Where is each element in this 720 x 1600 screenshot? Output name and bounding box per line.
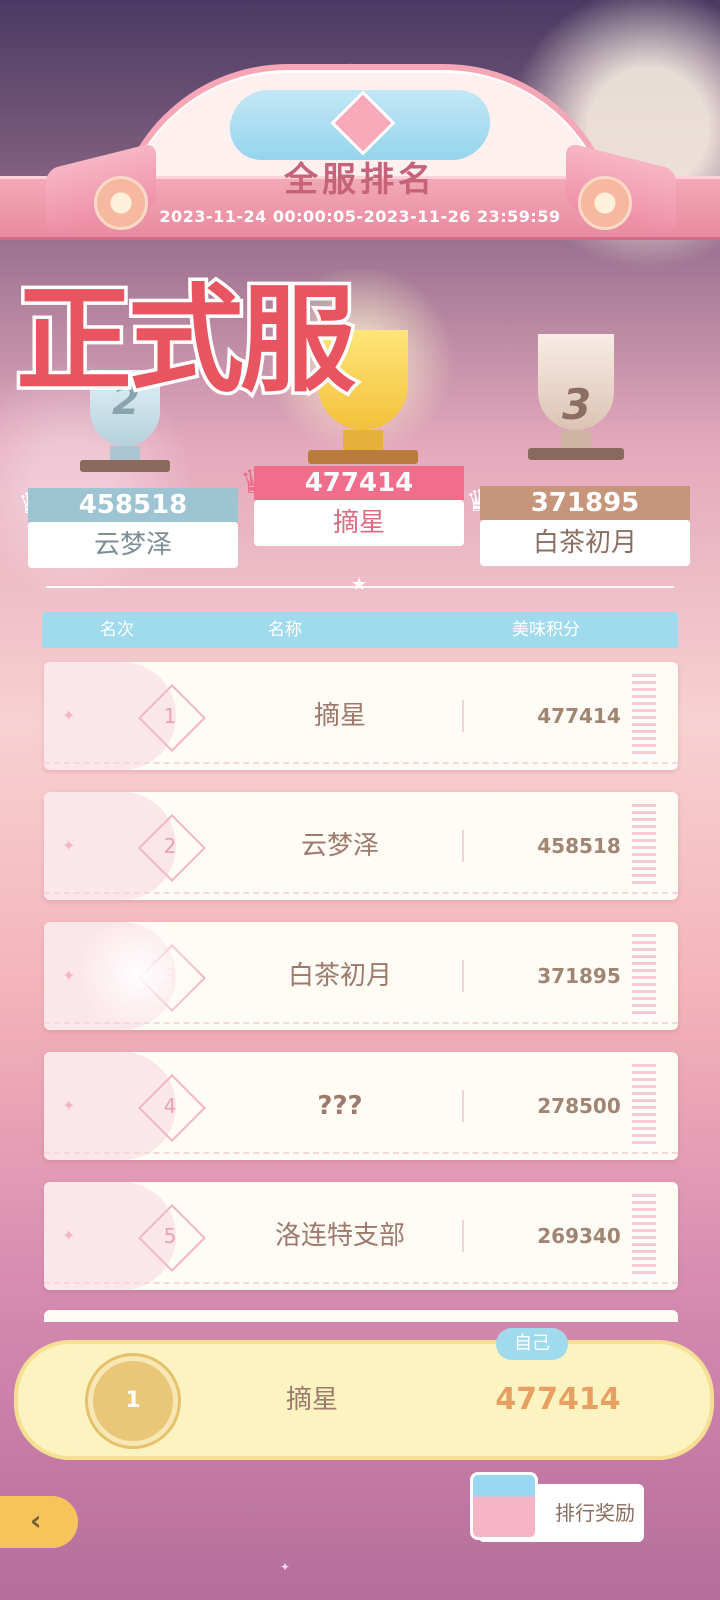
row-rank: 1 bbox=[163, 704, 177, 728]
ticket-stub bbox=[632, 804, 656, 888]
gift-box-icon bbox=[470, 1472, 538, 1540]
third-place-name: 白茶初月 bbox=[480, 520, 690, 566]
back-button[interactable]: ‹ bbox=[0, 1496, 78, 1548]
ticket-stub bbox=[632, 1194, 656, 1278]
self-tag: 自己 bbox=[496, 1328, 568, 1360]
sparkle-icon: ✦ bbox=[62, 836, 76, 855]
sparkle-icon: ✦ bbox=[62, 1226, 76, 1245]
row-name: 洛连特支部 bbox=[274, 1221, 405, 1251]
column-header-rank: 名次 bbox=[100, 620, 134, 640]
back-arrow-icon: ‹ bbox=[30, 1504, 42, 1537]
row-name: 白茶初月 bbox=[287, 961, 392, 991]
star-icon: ★ bbox=[351, 574, 368, 595]
third-place-score: 371895 bbox=[480, 486, 690, 520]
ticket-stub bbox=[632, 934, 656, 1018]
self-rank-card[interactable]: 1 摘星 477414 bbox=[14, 1340, 714, 1460]
column-header-name: 名称 bbox=[268, 620, 302, 640]
ticket-stub bbox=[632, 674, 656, 758]
table-row[interactable]: ✦ 1 摘星 477414 bbox=[44, 662, 678, 770]
row-name: ??? bbox=[317, 1091, 363, 1121]
glow-overlay bbox=[64, 924, 214, 1024]
table-row[interactable]: ✦ 4 ??? 278500 bbox=[44, 1052, 678, 1160]
ticket-stub bbox=[632, 1064, 656, 1148]
table-row-partial bbox=[44, 1310, 678, 1322]
table-header: 名次 名称 美味积分 bbox=[42, 612, 678, 648]
sparkle-icon: ✦ bbox=[62, 1096, 76, 1115]
row-rank: 2 bbox=[163, 834, 177, 858]
third-place-numeral: 3 bbox=[562, 380, 592, 429]
row-name: 摘星 bbox=[313, 701, 366, 731]
table-row[interactable]: ✦ 2 云梦泽 458518 bbox=[44, 792, 678, 900]
page-title: 全服排名 bbox=[284, 160, 436, 200]
first-place-score: 477414 bbox=[254, 466, 464, 500]
second-place-score: 458518 bbox=[28, 488, 238, 522]
second-place-name: 云梦泽 bbox=[28, 522, 238, 568]
row-name: 云梦泽 bbox=[300, 831, 379, 861]
reward-button-label: 排行奖励 bbox=[555, 1501, 635, 1525]
row-rank: 4 bbox=[163, 1094, 177, 1118]
self-name: 摘星 bbox=[285, 1385, 338, 1415]
sparkle-icon: ✦ bbox=[280, 1560, 291, 1574]
first-place-name: 摘星 bbox=[254, 500, 464, 546]
self-rank: 1 bbox=[125, 1388, 141, 1413]
column-header-score: 美味积分 bbox=[512, 620, 580, 640]
table-row[interactable]: ✦ 3 白茶初月 371895 bbox=[44, 922, 678, 1030]
row-rank: 5 bbox=[163, 1224, 177, 1248]
self-score: 477414 bbox=[495, 1382, 621, 1417]
date-range: 2023-11-24 00:00:05-2023-11-26 23:59:59 bbox=[159, 207, 561, 226]
table-row[interactable]: ✦ 5 洛连特支部 269340 bbox=[44, 1182, 678, 1290]
sparkle-icon: ✦ bbox=[62, 706, 76, 725]
leaderboard-screen: ✦ ✦ ✦ ✦ ✦ ✦ 全服排名 2023-11-24 00:00:05-202… bbox=[0, 0, 720, 1600]
server-watermark: 正式服 bbox=[13, 270, 360, 412]
